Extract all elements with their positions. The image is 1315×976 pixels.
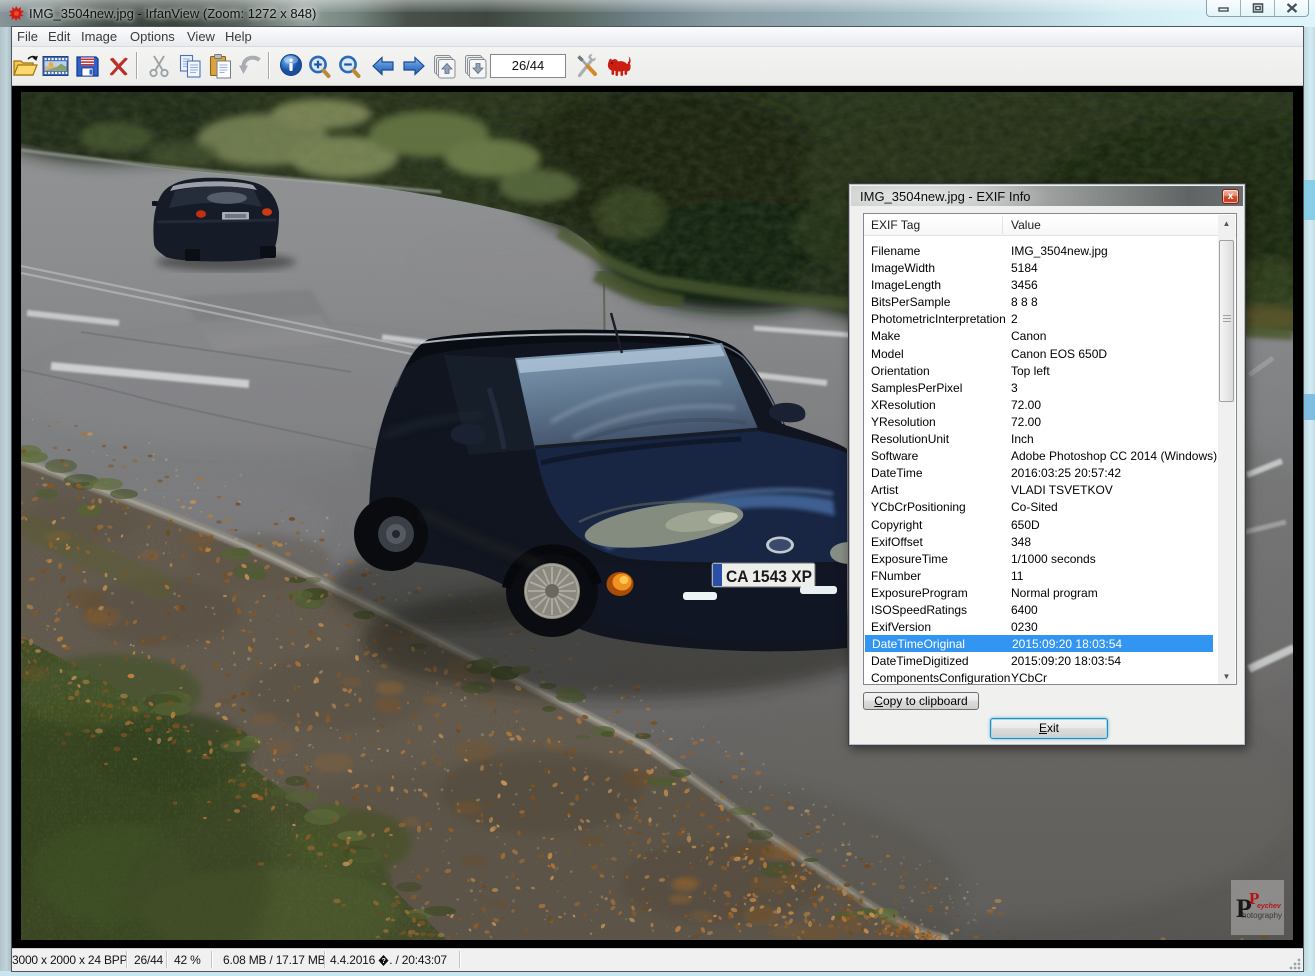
svg-text:CA 1543 XP: CA 1543 XP [726, 567, 812, 586]
svg-text:eychev: eychev [1257, 903, 1282, 910]
svg-text:?: ? [382, 958, 386, 965]
svg-text:hotography: hotography [1242, 911, 1282, 920]
